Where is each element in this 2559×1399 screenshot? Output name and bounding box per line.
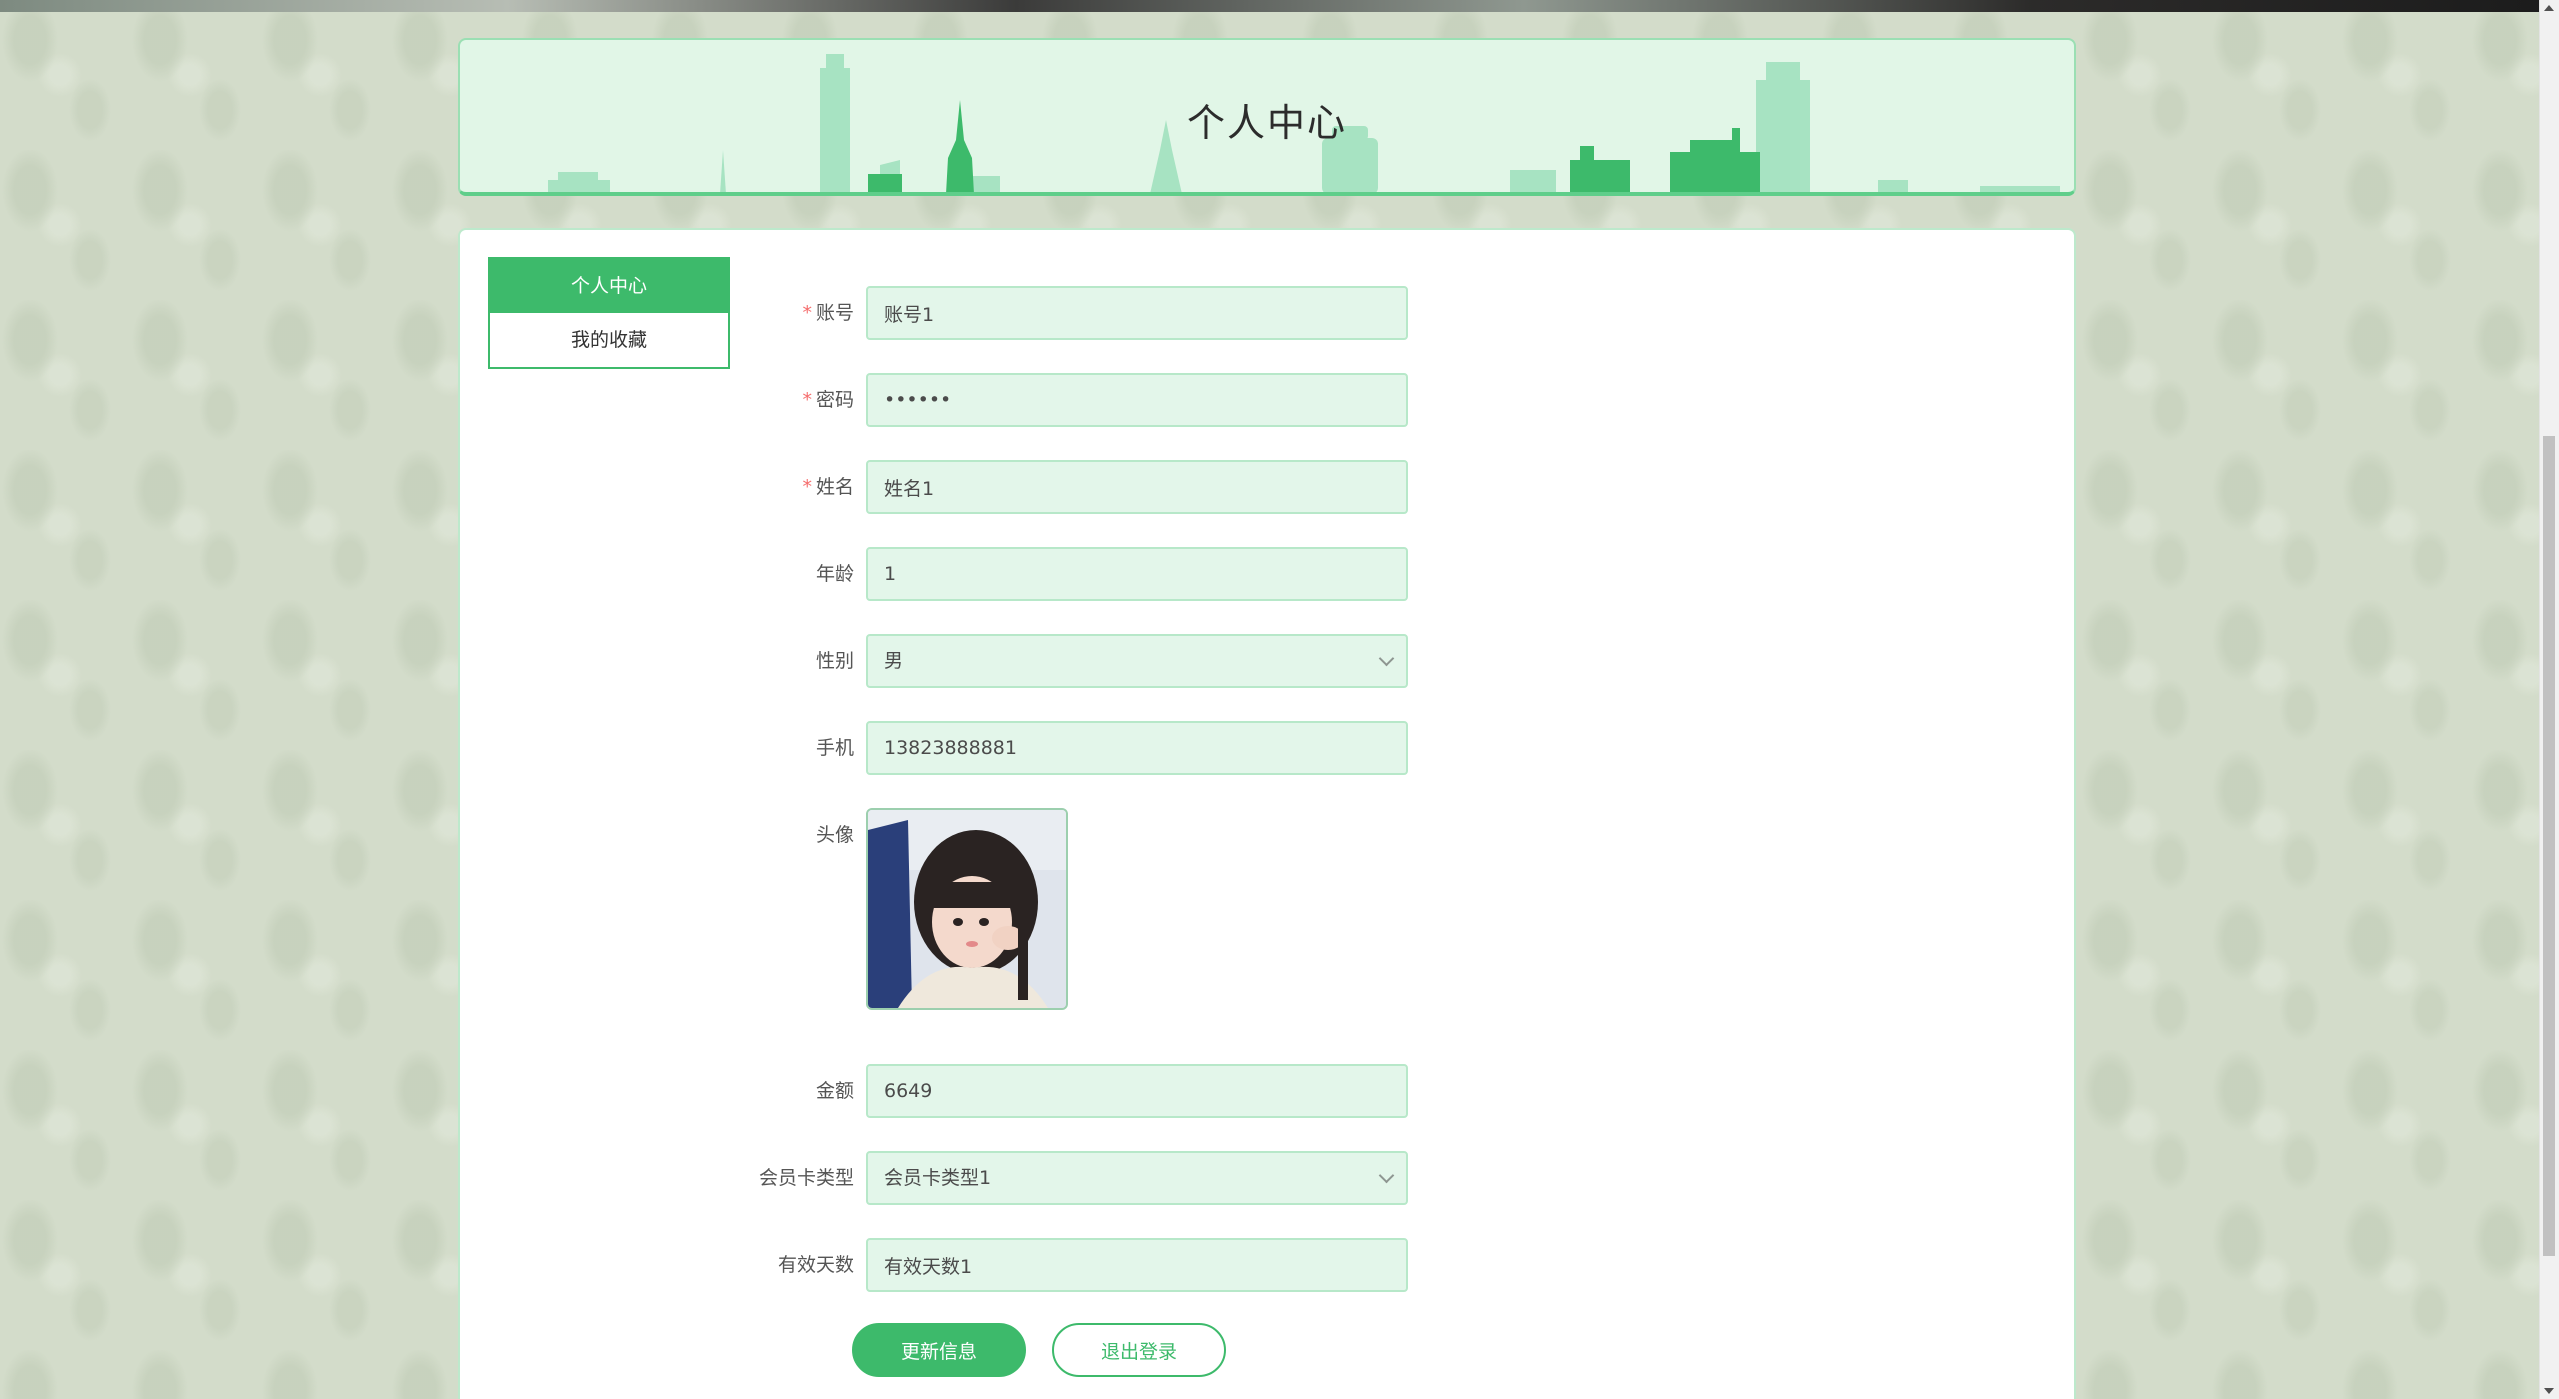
card-type-selected-value: 会员卡类型1	[884, 1167, 992, 1189]
age-input[interactable]	[866, 547, 1408, 601]
page-title: 个人中心	[1186, 101, 1347, 145]
required-mark: *	[802, 476, 812, 498]
required-mark: *	[802, 302, 812, 324]
scroll-down-arrow-icon[interactable]	[2544, 1388, 2554, 1394]
account-label: * 账号	[802, 302, 854, 324]
phone-input[interactable]	[866, 721, 1408, 775]
page-header-banner: 个人中心	[458, 38, 2076, 196]
gender-selected-value: 男	[884, 650, 904, 672]
balance-label: 金额	[815, 1080, 854, 1102]
gender-select[interactable]: 男	[866, 634, 1408, 688]
logout-button[interactable]: 退出登录	[1052, 1323, 1226, 1377]
scrollbar-thumb[interactable]	[2543, 436, 2555, 1256]
profile-card: 个人中心 我的收藏 *账号 *密码 *姓名 年龄 性别 男 手机 头像	[458, 228, 2076, 1399]
page-scrollbar[interactable]	[2539, 0, 2559, 1399]
avatar-upload[interactable]	[866, 808, 1068, 1010]
password-input[interactable]	[866, 373, 1408, 427]
password-label: * 密码	[802, 389, 854, 411]
gender-label: 性别	[815, 650, 854, 672]
update-info-button[interactable]: 更新信息	[852, 1323, 1026, 1377]
avatar-label: 头像	[815, 824, 854, 846]
age-label: 年龄	[815, 563, 854, 585]
name-input[interactable]	[866, 460, 1408, 514]
scroll-up-arrow-icon[interactable]	[2544, 5, 2554, 11]
valid-days-label: 有效天数	[777, 1254, 854, 1276]
account-input[interactable]	[866, 286, 1408, 340]
phone-label: 手机	[815, 737, 854, 759]
chevron-down-icon	[1378, 1167, 1395, 1184]
valid-days-input[interactable]	[866, 1238, 1408, 1292]
card-type-select[interactable]: 会员卡类型1	[866, 1151, 1408, 1205]
sidebar-item-personal-center[interactable]: 个人中心	[490, 259, 728, 313]
card-type-label: 会员卡类型	[758, 1167, 854, 1189]
sidebar-item-my-favorites[interactable]: 我的收藏	[490, 313, 728, 367]
required-mark: *	[802, 389, 812, 411]
avatar-image	[868, 810, 1066, 1008]
sidebar-menu: 个人中心 我的收藏	[488, 257, 730, 369]
chevron-down-icon	[1378, 650, 1395, 667]
balance-input[interactable]	[866, 1064, 1408, 1118]
browser-top-strip	[0, 0, 2540, 12]
name-label: * 姓名	[802, 476, 854, 498]
